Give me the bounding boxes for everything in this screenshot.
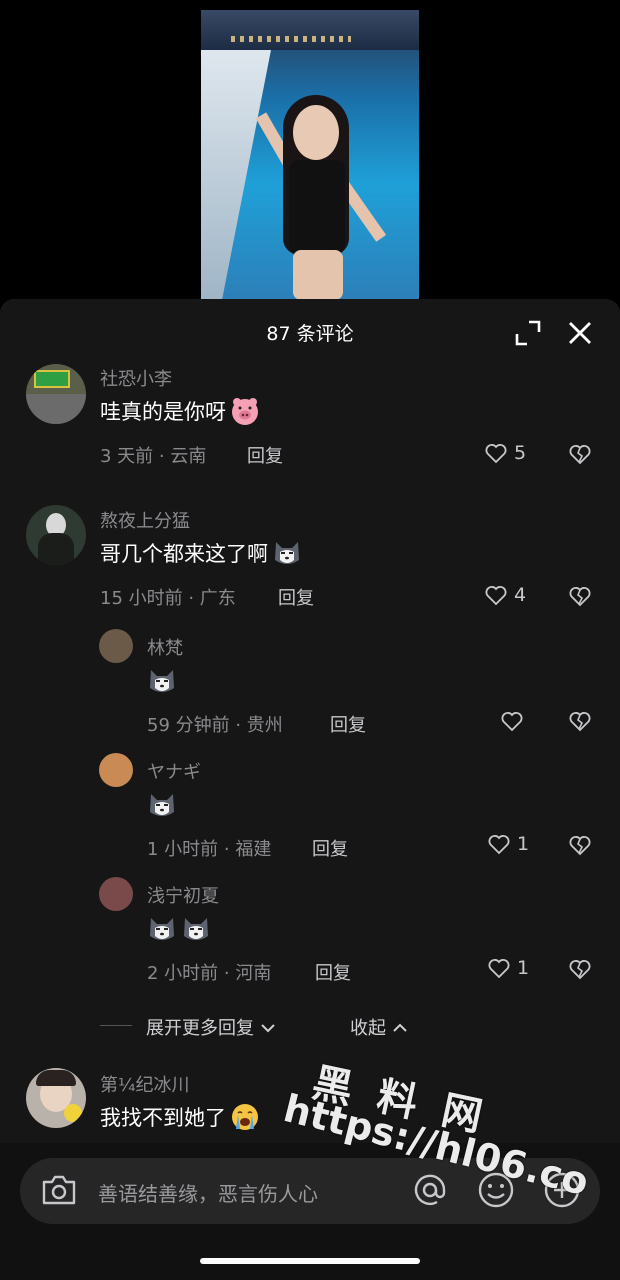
like-button[interactable]: 1: [487, 832, 529, 856]
heart-icon: [488, 959, 510, 979]
avatar[interactable]: [99, 629, 133, 663]
comment-text: 哇真的是你呀: [100, 396, 260, 426]
comment-author[interactable]: 社恐小李: [100, 365, 172, 391]
face-shape: [293, 105, 339, 160]
husky-emoji: [150, 918, 174, 940]
like-count: 4: [514, 584, 527, 606]
reply-author[interactable]: 林梵: [147, 634, 183, 660]
heart-icon: [485, 586, 507, 606]
comment-text-content: 我找不到她了: [100, 1106, 226, 1130]
dislike-icon[interactable]: [567, 442, 593, 466]
reply-meta: 59 分钟前 · 贵州: [147, 715, 283, 736]
comment-text-content: 哇真的是你呀: [100, 400, 226, 424]
husky-emoji: [150, 670, 174, 692]
at-mention-icon[interactable]: [410, 1170, 450, 1210]
camera-icon[interactable]: [40, 1172, 78, 1208]
thread-divider: [100, 1025, 132, 1026]
collapse-replies-button[interactable]: 收起: [350, 1014, 408, 1040]
expand-replies-button[interactable]: 展开更多回复: [146, 1014, 276, 1040]
sheet-header: 87 条评论: [0, 299, 620, 365]
add-icon[interactable]: [542, 1170, 582, 1210]
reply-author[interactable]: ヤナギ: [147, 758, 201, 784]
close-icon[interactable]: [565, 318, 595, 348]
avatar[interactable]: [99, 877, 133, 911]
like-button[interactable]: 1: [487, 956, 529, 980]
husky-emoji: [275, 542, 299, 564]
reply-text: [147, 666, 177, 696]
home-indicator[interactable]: [200, 1258, 420, 1264]
expand-icon[interactable]: [513, 318, 543, 348]
avatar[interactable]: [99, 753, 133, 787]
reply-button[interactable]: 回复: [247, 442, 283, 468]
city-skyline: [201, 10, 419, 50]
collapse-replies-label: 收起: [350, 1018, 386, 1039]
reply-meta: 2 小时前 · 河南: [147, 963, 272, 984]
comment-text: 我找不到她了: [100, 1102, 260, 1132]
chevron-up-icon: [393, 1023, 407, 1032]
heart-icon[interactable]: [500, 709, 524, 733]
dislike-icon[interactable]: [567, 833, 593, 857]
avatar[interactable]: [26, 505, 86, 565]
reply-author[interactable]: 浅宁初夏: [147, 882, 219, 908]
comment-meta: 15 小时前 · 广东: [100, 588, 236, 609]
expand-replies-label: 展开更多回复: [146, 1018, 254, 1039]
reply-text: [147, 790, 177, 820]
comment-author[interactable]: 第¼纪冰川: [100, 1071, 189, 1097]
swimsuit-shape: [289, 160, 345, 255]
city-lights: [231, 36, 351, 42]
comment-meta: 3 天前 · 云南: [100, 446, 207, 467]
chevron-down-icon: [261, 1024, 275, 1033]
dislike-icon[interactable]: [567, 709, 593, 733]
husky-emoji: [150, 794, 174, 816]
like-button[interactable]: 4: [484, 583, 526, 607]
reply-button[interactable]: 回复: [330, 711, 366, 737]
avatar[interactable]: [26, 1068, 86, 1128]
comment-text-content: 哥几个都来这了啊: [100, 542, 268, 566]
like-count: 1: [517, 833, 530, 855]
reply-text: [147, 914, 211, 944]
like-button[interactable]: 5: [484, 441, 526, 465]
comments-sheet: 87 条评论: [0, 299, 620, 1280]
crying-face-emoji: [232, 1104, 258, 1130]
heart-icon: [485, 444, 507, 464]
like-count: 5: [514, 442, 527, 464]
comment-author[interactable]: 熬夜上分猛: [100, 507, 190, 533]
reply-button[interactable]: 回复: [315, 959, 351, 985]
reply-meta: 1 小时前 · 福建: [147, 839, 272, 860]
pool-deck: [201, 50, 271, 300]
emoji-icon[interactable]: [476, 1170, 516, 1210]
reply-button[interactable]: 回复: [278, 584, 314, 610]
reply-button[interactable]: 回复: [312, 835, 348, 861]
avatar[interactable]: [26, 364, 86, 424]
dislike-icon[interactable]: [567, 584, 593, 608]
pig-face-emoji: [232, 398, 258, 425]
comment-input-placeholder[interactable]: 善语结善缘，恶言伤人心: [98, 1178, 318, 1207]
like-count: 1: [517, 957, 530, 979]
legs-shape: [293, 250, 343, 300]
heart-icon: [488, 835, 510, 855]
video-preview[interactable]: [201, 10, 419, 300]
dislike-icon[interactable]: [567, 957, 593, 981]
husky-emoji: [184, 918, 208, 940]
comment-text: 哥几个都来这了啊: [100, 538, 302, 568]
